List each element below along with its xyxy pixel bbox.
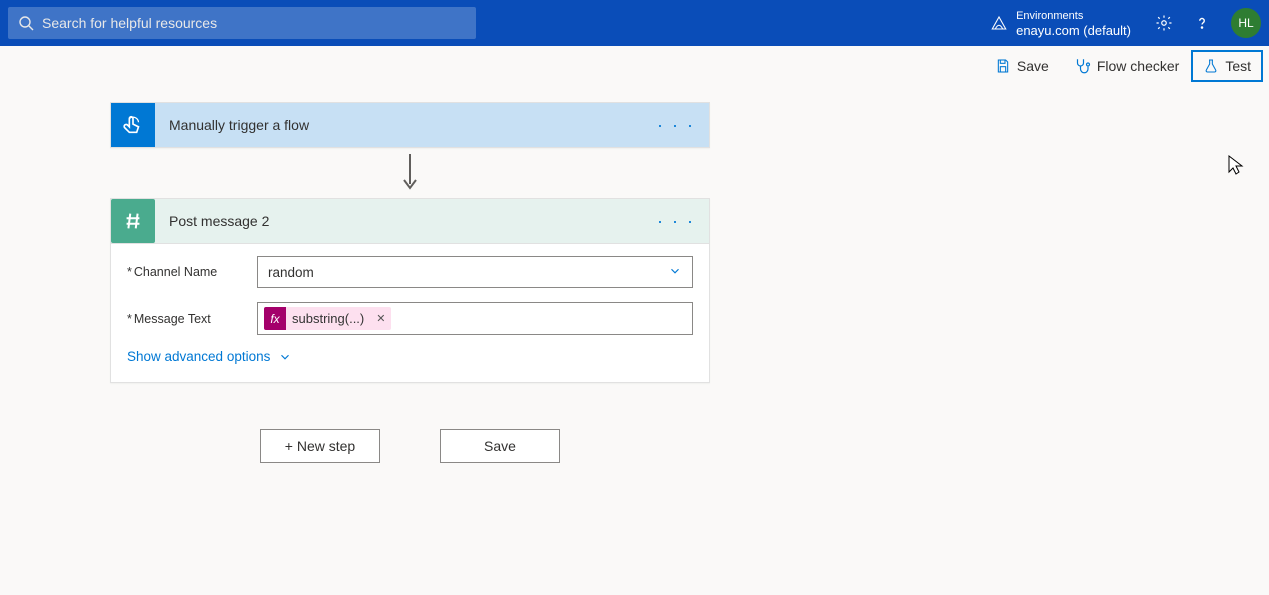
channel-name-row: *Channel Name random: [127, 256, 693, 288]
fx-icon: fx: [264, 307, 286, 330]
trigger-title: Manually trigger a flow: [169, 117, 657, 133]
show-advanced-options[interactable]: Show advanced options: [127, 349, 693, 364]
action-title: Post message 2: [169, 213, 657, 229]
flow-checker-button[interactable]: Flow checker: [1061, 49, 1191, 83]
avatar[interactable]: HL: [1231, 8, 1261, 38]
touch-icon: [122, 114, 144, 136]
message-text-row: *Message Text fx substring(...) ✕: [127, 302, 693, 335]
trigger-card[interactable]: Manually trigger a flow · · ·: [110, 102, 710, 148]
test-button[interactable]: Test: [1191, 50, 1263, 82]
search-icon: [18, 15, 34, 31]
save-label: Save: [1017, 58, 1049, 74]
channel-name-select[interactable]: random: [257, 256, 693, 288]
save-button[interactable]: Save: [983, 50, 1061, 82]
action-body: *Channel Name random *Message Text: [111, 243, 709, 382]
message-text-input[interactable]: fx substring(...) ✕: [257, 302, 693, 335]
expression-token[interactable]: fx substring(...) ✕: [264, 307, 391, 330]
trigger-header[interactable]: Manually trigger a flow · · ·: [111, 103, 709, 147]
token-remove[interactable]: ✕: [370, 312, 391, 325]
trigger-menu[interactable]: · · ·: [657, 115, 695, 136]
search-input[interactable]: [42, 15, 466, 31]
channel-name-label: *Channel Name: [127, 265, 257, 279]
environment-picker[interactable]: Environments enayu.com (default): [990, 9, 1131, 38]
channel-name-value: random: [268, 265, 314, 280]
save-icon: [995, 58, 1011, 74]
flow-checker-label: Flow checker: [1097, 58, 1179, 74]
save-step-button[interactable]: Save: [440, 429, 560, 463]
mouse-cursor-icon: [1227, 154, 1245, 176]
hash-icon: [122, 210, 144, 232]
action-menu[interactable]: · · ·: [657, 211, 695, 232]
new-step-button[interactable]: + New step: [260, 429, 380, 463]
environment-label: Environments: [1016, 9, 1131, 23]
message-text-label: *Message Text: [127, 312, 257, 326]
top-header: Environments enayu.com (default) HL: [0, 0, 1269, 46]
action-icon: [111, 199, 155, 243]
bottom-buttons: + New step Save: [110, 429, 710, 463]
action-card[interactable]: Post message 2 · · · *Channel Name rando…: [110, 198, 710, 383]
test-label: Test: [1225, 58, 1251, 74]
chevron-down-icon: [668, 264, 682, 281]
arrow-down-icon: [400, 154, 420, 192]
gear-icon: [1155, 14, 1173, 32]
flow-canvas: Manually trigger a flow · · · Post messa…: [0, 86, 1269, 463]
chevron-down-icon: [278, 350, 292, 364]
environment-name: enayu.com (default): [1016, 23, 1131, 38]
advanced-label: Show advanced options: [127, 349, 270, 364]
flask-icon: [1203, 58, 1219, 74]
search-box[interactable]: [8, 7, 476, 39]
connector-arrow: [110, 154, 710, 192]
trigger-icon: [111, 103, 155, 147]
stethoscope-icon: [1073, 57, 1091, 75]
action-header[interactable]: Post message 2 · · ·: [111, 199, 709, 243]
editor-toolbar: Save Flow checker Test: [0, 46, 1269, 86]
help-icon: [1193, 14, 1211, 32]
environment-icon: [990, 14, 1008, 32]
expression-token-label: substring(...): [286, 311, 370, 326]
help-button[interactable]: [1193, 14, 1211, 32]
settings-button[interactable]: [1155, 14, 1173, 32]
